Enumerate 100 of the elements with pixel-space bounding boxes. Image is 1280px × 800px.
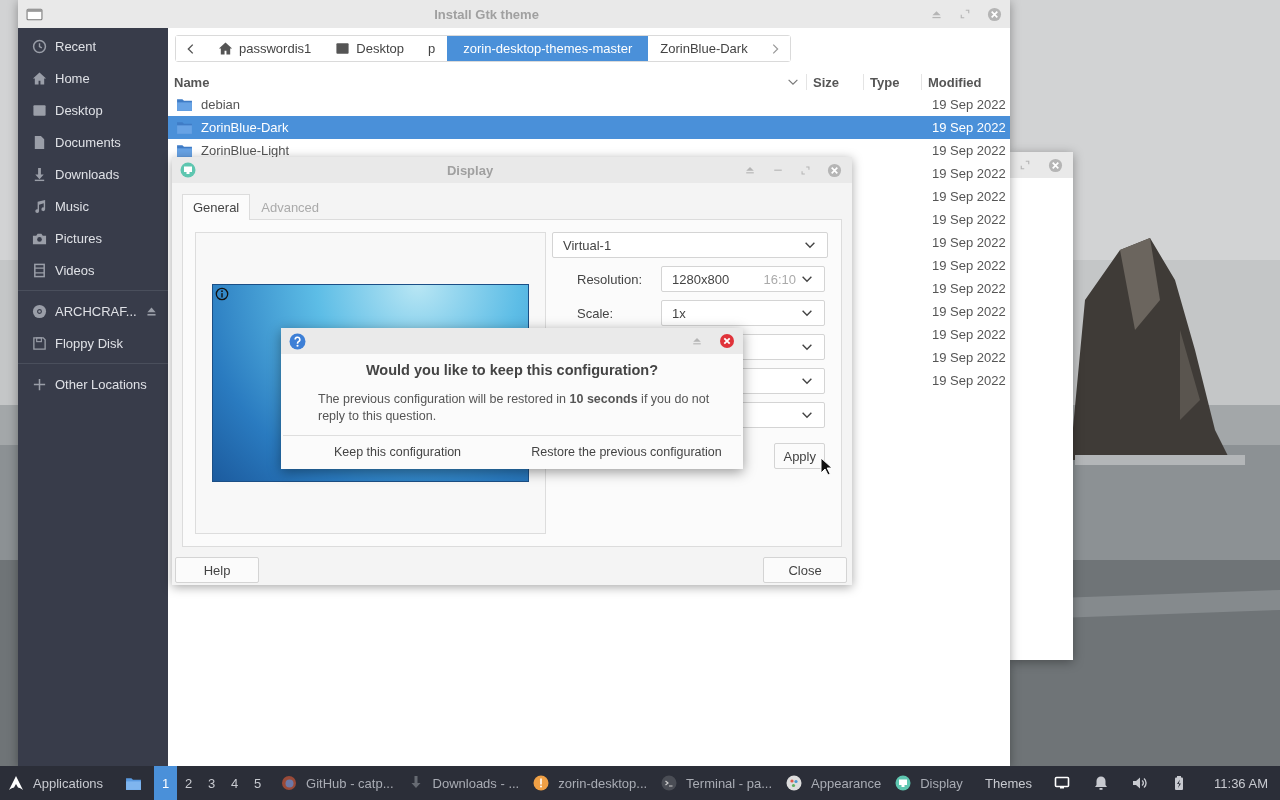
close-icon bbox=[719, 333, 735, 349]
task-button[interactable]: Display bbox=[889, 766, 971, 800]
tab[interactable]: General bbox=[182, 194, 251, 220]
sidebar-item[interactable]: Desktop bbox=[18, 94, 168, 126]
help-button[interactable]: Help bbox=[175, 557, 259, 583]
sidebar-label: Pictures bbox=[55, 230, 103, 246]
sidebar-item[interactable]: Downloads bbox=[18, 158, 168, 190]
browser-icon bbox=[281, 775, 298, 791]
display-icon bbox=[180, 162, 196, 178]
maximize-button[interactable] bbox=[959, 8, 971, 20]
close-button[interactable] bbox=[827, 162, 842, 178]
close-button[interactable] bbox=[719, 333, 735, 349]
maximize-icon bbox=[1019, 159, 1031, 171]
film-icon bbox=[32, 262, 47, 278]
close-icon bbox=[827, 162, 842, 178]
file-name: debian bbox=[201, 97, 241, 112]
workspace-button[interactable]: 4 bbox=[223, 766, 247, 800]
column-header[interactable]: Type bbox=[863, 74, 921, 90]
themes-label[interactable]: Themes bbox=[975, 775, 1043, 791]
notification-bell-icon bbox=[1092, 775, 1109, 791]
download-icon bbox=[32, 166, 47, 182]
aspect-ratio: 16:10 bbox=[763, 271, 796, 287]
file-date: 19 Sep 2022 bbox=[931, 258, 1007, 273]
apply-button[interactable]: Apply bbox=[774, 443, 825, 469]
display-icon bbox=[895, 775, 912, 791]
sidebar-label: Other Locations bbox=[55, 376, 148, 392]
maximize-button[interactable] bbox=[800, 164, 811, 176]
maximize-icon bbox=[959, 8, 971, 20]
task-button[interactable]: Appearance bbox=[780, 766, 890, 800]
setting-label: Scale: bbox=[576, 305, 615, 321]
sidebar-label: Documents bbox=[55, 134, 122, 150]
workspace-button[interactable]: 3 bbox=[200, 766, 224, 800]
desktop-icon bbox=[335, 41, 351, 56]
document-icon bbox=[32, 134, 47, 150]
sidebar-item[interactable]: ARCHCRAF... bbox=[18, 295, 168, 327]
screen-icon bbox=[1053, 775, 1070, 791]
sidebar-item[interactable]: Music bbox=[18, 190, 168, 222]
sidebar-label: Desktop bbox=[55, 102, 104, 118]
column-header[interactable]: Name bbox=[168, 74, 806, 90]
disc-icon bbox=[32, 303, 47, 319]
home-icon bbox=[32, 70, 47, 86]
file-date: 19 Sep 2022 bbox=[931, 97, 1007, 112]
column-header[interactable]: Size bbox=[806, 74, 863, 90]
sidebar-item[interactable]: Home bbox=[18, 62, 168, 94]
sidebar-item[interactable]: Videos bbox=[18, 254, 168, 286]
close-button[interactable] bbox=[987, 6, 1002, 22]
shade-icon bbox=[744, 164, 756, 176]
sidebar-label: Home bbox=[55, 70, 91, 86]
maximize-button[interactable] bbox=[1019, 159, 1031, 171]
sidebar-item[interactable]: Documents bbox=[18, 126, 168, 158]
task-button[interactable]: Terminal - pa... bbox=[655, 766, 781, 800]
file-row[interactable]: debian 19 Sep 2022 bbox=[168, 93, 1010, 116]
sidebar-label: Recent bbox=[55, 38, 98, 54]
info-icon bbox=[215, 287, 229, 301]
output-dropdown[interactable]: Virtual-1 bbox=[552, 232, 828, 258]
archive-icon bbox=[533, 775, 550, 791]
column-header[interactable]: Modified bbox=[921, 74, 1010, 90]
task-button[interactable]: zorin-desktop... bbox=[527, 766, 656, 800]
file-date: 19 Sep 2022 bbox=[931, 212, 1007, 227]
folder-icon bbox=[176, 142, 193, 159]
applications-menu-button[interactable]: Applications bbox=[0, 766, 114, 800]
sidebar-label: ARCHCRAF... bbox=[55, 303, 137, 319]
setting-dropdown[interactable]: 1x bbox=[661, 300, 825, 326]
file-date: 19 Sep 2022 bbox=[931, 350, 1007, 365]
workspace-button[interactable]: 5 bbox=[246, 766, 270, 800]
task-button[interactable]: GitHub - catp... bbox=[275, 766, 402, 800]
volume-icon bbox=[1131, 775, 1148, 791]
clock-icon bbox=[32, 38, 47, 54]
file-name: ZorinBlue-Light bbox=[201, 143, 290, 158]
logo-icon bbox=[8, 775, 24, 791]
window-title: Display bbox=[445, 162, 495, 178]
maximize-icon bbox=[800, 164, 811, 176]
task-button[interactable]: Downloads - ... bbox=[401, 766, 528, 800]
clock[interactable]: 11:36 AM bbox=[1198, 775, 1280, 791]
window-title: Install Gtk theme bbox=[433, 6, 540, 22]
file-date: 19 Sep 2022 bbox=[931, 143, 1007, 158]
sidebar-item[interactable]: Recent bbox=[18, 30, 168, 62]
shade-button[interactable] bbox=[744, 164, 756, 176]
sidebar-label: Videos bbox=[55, 262, 96, 278]
setting-dropdown[interactable]: 1280x800 16:10 bbox=[661, 266, 825, 292]
sidebar-item[interactable]: Pictures bbox=[18, 222, 168, 254]
shade-icon bbox=[691, 335, 703, 347]
folder-icon bbox=[176, 96, 193, 113]
sidebar-item[interactable]: Other Locations bbox=[18, 368, 168, 400]
eject-icon[interactable] bbox=[144, 304, 158, 318]
shade-button[interactable] bbox=[691, 335, 703, 347]
sidebar-label: Floppy Disk bbox=[55, 335, 124, 351]
dialog-heading: Would you like to keep this configuration? bbox=[364, 362, 660, 378]
workspace-button[interactable]: 2 bbox=[177, 766, 201, 800]
close-icon bbox=[1048, 157, 1063, 173]
background-window[interactable] bbox=[1010, 152, 1073, 660]
mouse-cursor-icon bbox=[820, 457, 834, 477]
close-button[interactable] bbox=[1048, 157, 1063, 173]
dialog-message: The previous configuration will be restored in 10 seconds if you do not reply to this question. bbox=[318, 391, 711, 425]
file-date: 19 Sep 2022 bbox=[931, 327, 1007, 342]
music-note-icon bbox=[32, 198, 47, 214]
desktop-icon bbox=[32, 102, 47, 118]
sidebar-item[interactable]: Floppy Disk bbox=[18, 327, 168, 359]
file-name: ZorinBlue-Dark bbox=[201, 120, 289, 135]
close-button[interactable]: Close bbox=[763, 557, 847, 583]
